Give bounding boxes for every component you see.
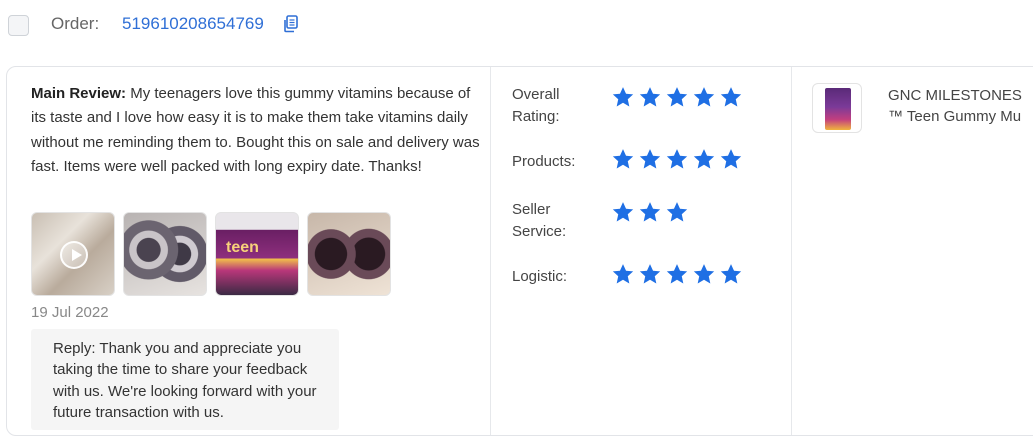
column-divider xyxy=(791,67,792,435)
star-icon xyxy=(612,264,634,284)
order-header: Order: 519610208654769 xyxy=(0,0,1033,50)
rating-label: Logistic: xyxy=(512,268,568,285)
play-icon xyxy=(60,241,88,269)
seller-reply: Reply: Thank you and appreciate you taki… xyxy=(31,329,339,430)
bottle-label-text: teen xyxy=(226,239,259,256)
star-icon xyxy=(612,202,634,222)
column-divider xyxy=(490,67,491,435)
review-video-thumbnail[interactable] xyxy=(31,212,115,296)
product-name-line: GNC MILESTONES xyxy=(888,87,1022,104)
product-name[interactable]: GNC MILESTONES ™ Teen Gummy Mu xyxy=(888,85,1033,128)
rating-label: Products: xyxy=(512,153,576,170)
star-icon xyxy=(720,149,742,169)
review-photo-thumbnail[interactable] xyxy=(307,212,391,296)
review-photo-thumbnail[interactable]: teen xyxy=(215,212,299,296)
product-name-line: ™ Teen Gummy Mu xyxy=(888,108,1022,126)
order-select-checkbox[interactable] xyxy=(8,15,29,36)
star-icon xyxy=(639,87,661,107)
star-icon xyxy=(720,87,742,107)
star-rating xyxy=(612,86,742,108)
review-photo-thumbnail[interactable] xyxy=(123,212,207,296)
rating-label: Seller Service: xyxy=(512,201,567,240)
review-date: 19 Jul 2022 xyxy=(31,304,109,321)
star-icon xyxy=(666,149,688,169)
main-review-label: Main Review: xyxy=(31,85,127,102)
star-icon xyxy=(666,87,688,107)
star-rating xyxy=(612,148,742,170)
star-icon xyxy=(693,264,715,284)
star-icon xyxy=(612,87,634,107)
star-icon xyxy=(639,202,661,222)
star-icon xyxy=(639,149,661,169)
star-rating xyxy=(612,263,742,285)
main-review: Main Review: My teenagers love this gumm… xyxy=(31,82,481,180)
star-icon xyxy=(693,87,715,107)
star-icon xyxy=(720,264,742,284)
review-card: Main Review: My teenagers love this gumm… xyxy=(6,66,1033,436)
product-image xyxy=(825,88,851,130)
rating-label: Overall Rating: xyxy=(512,86,560,125)
star-icon xyxy=(639,264,661,284)
star-rating xyxy=(612,201,688,223)
order-number-link[interactable]: 519610208654769 xyxy=(122,14,264,34)
star-icon xyxy=(666,202,688,222)
order-label: Order: xyxy=(51,14,100,33)
copy-icon[interactable] xyxy=(283,15,299,33)
seller-reply-text: Reply: Thank you and appreciate you taki… xyxy=(53,340,317,421)
product-thumbnail[interactable] xyxy=(812,83,862,133)
star-icon xyxy=(666,264,688,284)
star-icon xyxy=(612,149,634,169)
star-icon xyxy=(693,149,715,169)
